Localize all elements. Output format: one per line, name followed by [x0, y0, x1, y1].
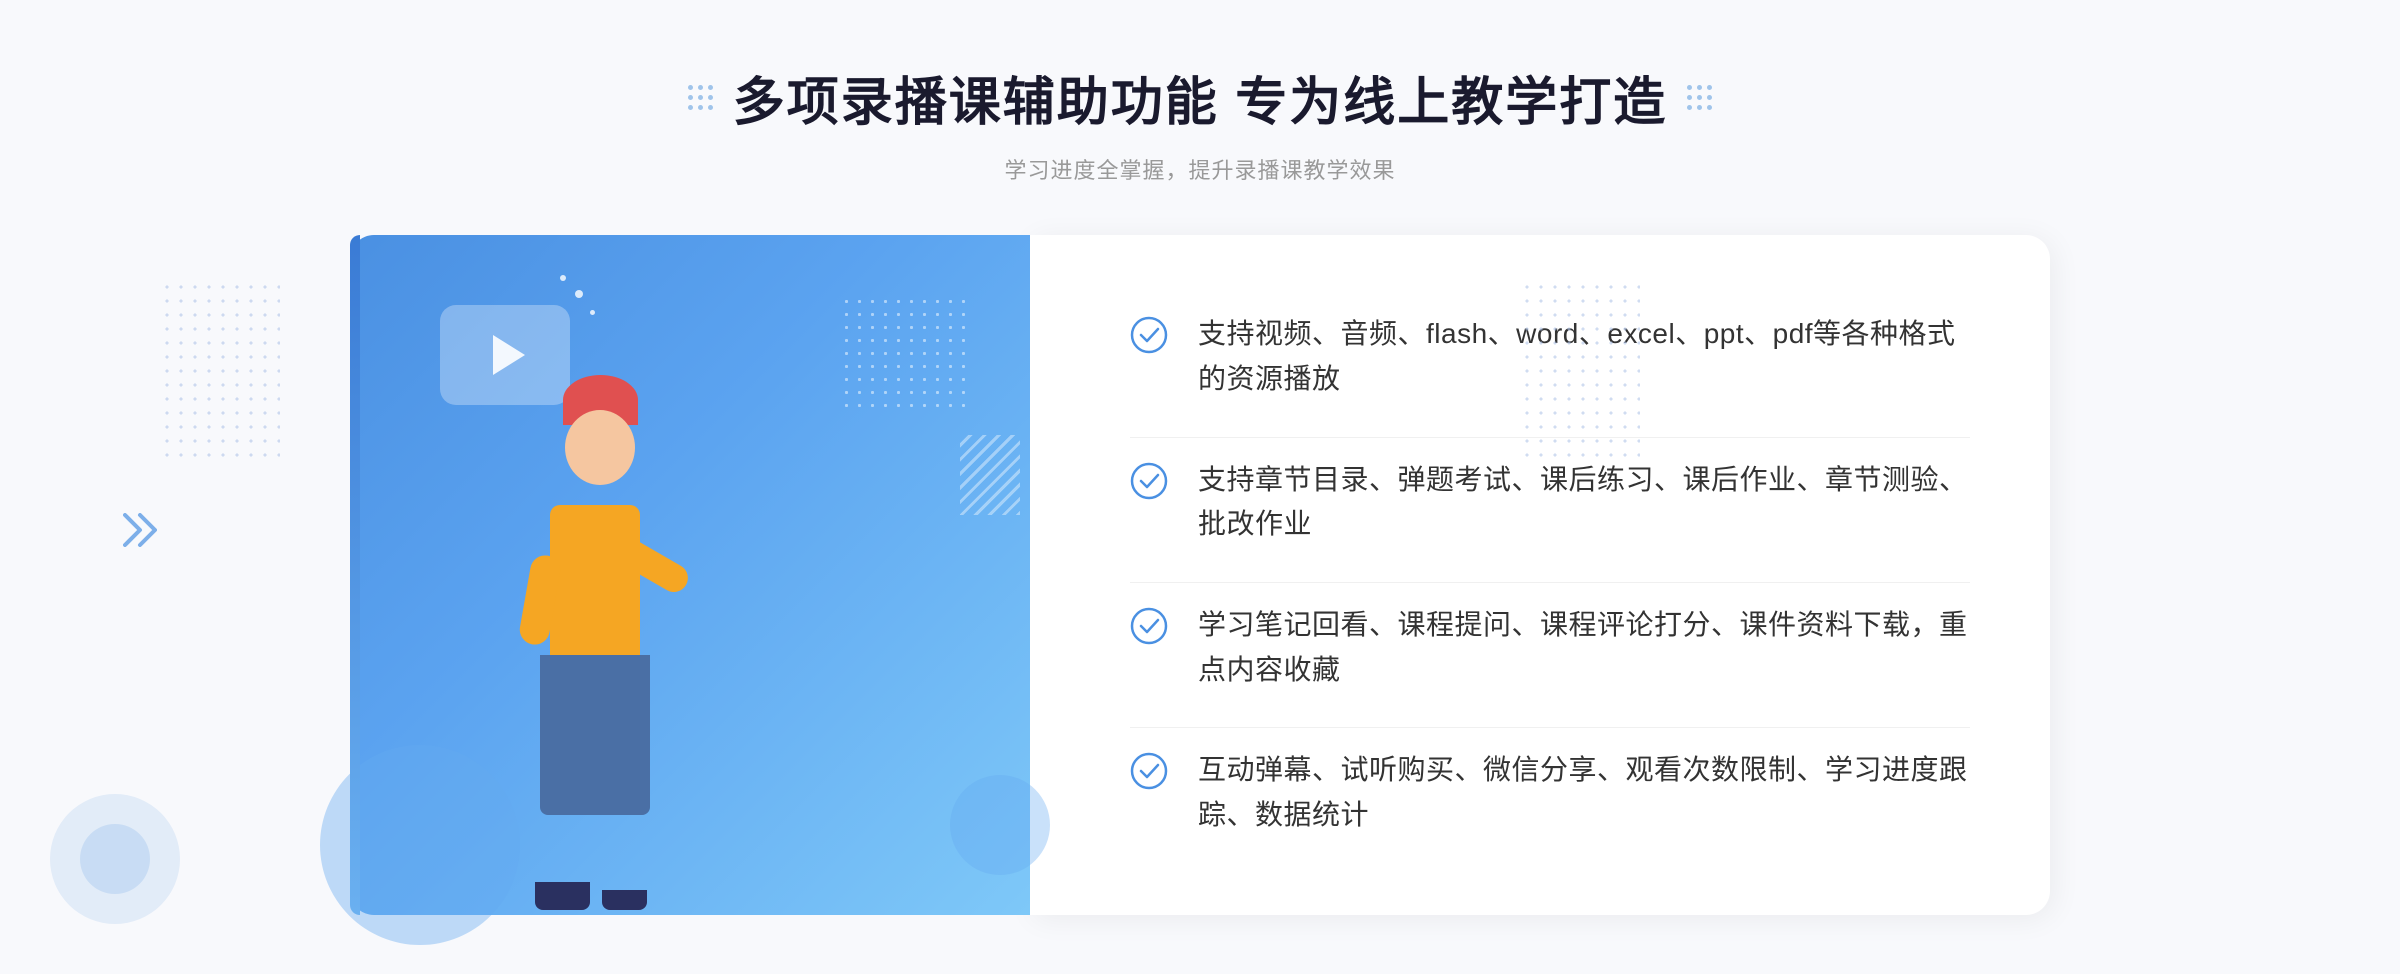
illus-dots-pattern — [840, 295, 970, 415]
blue-circle-small — [950, 775, 1050, 875]
sparkle-dot-2 — [590, 310, 595, 315]
title-row: 多项录播课辅助功能 专为线上教学打造 — [688, 60, 1712, 135]
char-body — [550, 505, 640, 665]
chevron-double-right-icon — [120, 510, 170, 558]
dots-pattern-left — [160, 280, 280, 460]
feature-item-3: 学习笔记回看、课程提问、课程评论打分、课件资料下载，重点内容收藏 — [1130, 582, 1970, 713]
char-shoe-right — [602, 890, 647, 910]
check-circle-icon-2 — [1130, 462, 1168, 500]
char-head — [565, 410, 635, 485]
check-circle-icon-1 — [1130, 316, 1168, 354]
header-section: 多项录播课辅助功能 专为线上教学打造 学习进度全掌握，提升录播课教学效果 — [688, 60, 1712, 185]
feature-text-3: 学习笔记回看、课程提问、课程评论打分、课件资料下载，重点内容收藏 — [1198, 603, 1970, 693]
stripe-decoration — [960, 435, 1020, 515]
feature-text-4: 互动弹幕、试听购买、微信分享、观看次数限制、学习进度跟踪、数据统计 — [1198, 748, 1970, 838]
header-dots-right-icon — [1687, 85, 1712, 110]
header-dots-left-icon — [688, 85, 713, 110]
accent-bar — [350, 235, 360, 915]
dots-pattern-right — [1520, 280, 1640, 460]
sparkle-dot-1 — [575, 290, 583, 298]
check-circle-icon-3 — [1130, 607, 1168, 645]
character-illustration — [410, 335, 790, 915]
feature-item-4: 互动弹幕、试听购买、微信分享、观看次数限制、学习进度跟踪、数据统计 — [1130, 727, 1970, 858]
char-shoe-left — [535, 882, 590, 910]
feature-text-2: 支持章节目录、弹题考试、课后练习、课后作业、章节测验、批改作业 — [1198, 458, 1970, 548]
char-pants — [540, 655, 650, 815]
page-title: 多项录播课辅助功能 专为线上教学打造 — [733, 60, 1667, 135]
illustration-card — [350, 235, 1030, 915]
sparkle-dot-3 — [560, 275, 566, 281]
page-subtitle: 学习进度全掌握，提升录播课教学效果 — [688, 153, 1712, 185]
check-circle-icon-4 — [1130, 752, 1168, 790]
main-content-area: 支持视频、音频、flash、word、excel、ppt、pdf等各种格式的资源… — [350, 235, 2050, 915]
page-container: 多项录播课辅助功能 专为线上教学打造 学习进度全掌握，提升录播课教学效果 — [0, 0, 2400, 974]
deco-circle-small — [80, 824, 150, 894]
